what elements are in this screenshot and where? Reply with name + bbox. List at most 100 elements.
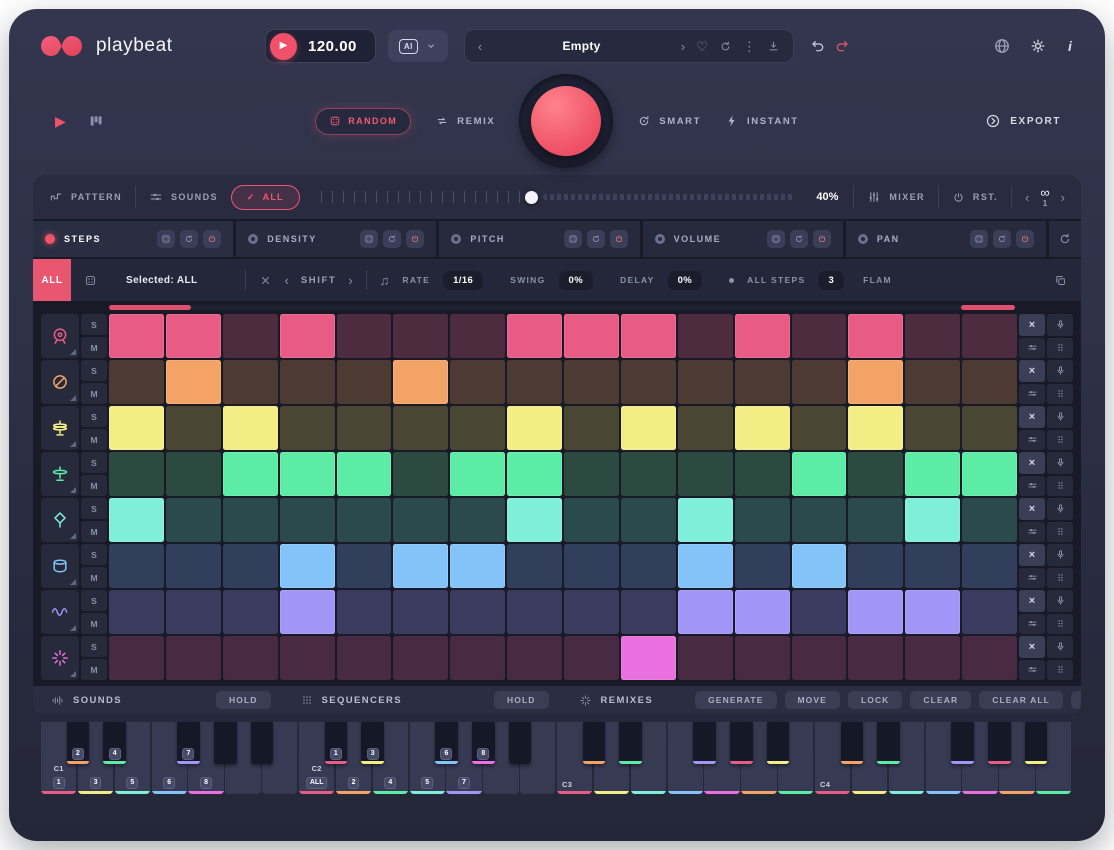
step-synth-7[interactable] xyxy=(450,590,505,634)
mute-button[interactable]: M xyxy=(81,429,107,450)
download-button[interactable] xyxy=(767,40,780,53)
drag-handle-icon[interactable] xyxy=(1047,430,1073,451)
power-button[interactable] xyxy=(203,230,221,248)
step-hihat-9[interactable] xyxy=(564,406,619,450)
clear-row-button[interactable]: × xyxy=(1019,452,1045,474)
step-shaker-13[interactable] xyxy=(792,498,847,542)
drum-icon[interactable] xyxy=(41,314,79,358)
shift-right-button[interactable]: › xyxy=(348,273,352,288)
filter-sliders-icon[interactable] xyxy=(1019,660,1045,681)
clear-all-button[interactable]: CLEAR ALL xyxy=(979,691,1063,709)
step-perc-9[interactable] xyxy=(564,544,619,588)
step-perc-12[interactable] xyxy=(735,544,790,588)
step-cymbal-3[interactable] xyxy=(223,452,278,496)
solo-button[interactable]: S xyxy=(81,360,107,381)
refresh-button[interactable] xyxy=(180,230,198,248)
pager-next-button[interactable]: › xyxy=(1061,190,1065,205)
step-synth-15[interactable] xyxy=(905,590,960,634)
solo-button[interactable]: S xyxy=(81,406,107,427)
piano-key-Gs1[interactable] xyxy=(214,722,237,764)
power-button[interactable] xyxy=(813,230,831,248)
step-shaker-15[interactable] xyxy=(905,498,960,542)
randomize-button[interactable] xyxy=(767,230,785,248)
step-perc-4[interactable] xyxy=(280,544,335,588)
step-cymbal-11[interactable] xyxy=(678,452,733,496)
complexity-slider[interactable] xyxy=(321,191,796,204)
step-kick-14[interactable] xyxy=(848,314,903,358)
tab-pitch[interactable]: PITCH xyxy=(439,221,639,257)
step-kick-3[interactable] xyxy=(223,314,278,358)
reset-button[interactable]: RST. xyxy=(952,191,998,204)
step-shaker-1[interactable] xyxy=(109,498,164,542)
step-hihat-11[interactable] xyxy=(678,406,733,450)
step-perc-11[interactable] xyxy=(678,544,733,588)
step-shaker-11[interactable] xyxy=(678,498,733,542)
drag-handle-icon[interactable] xyxy=(1047,660,1073,681)
drag-handle-icon[interactable] xyxy=(1047,384,1073,405)
clear-row-button[interactable]: × xyxy=(1019,406,1045,428)
mute-button[interactable]: M xyxy=(81,659,107,680)
step-hihat-1[interactable] xyxy=(109,406,164,450)
shaker-icon[interactable] xyxy=(41,498,79,542)
drag-handle-icon[interactable] xyxy=(1047,568,1073,589)
step-cymbal-13[interactable] xyxy=(792,452,847,496)
step-fx-6[interactable] xyxy=(393,636,448,680)
piano-key-Ds2[interactable]: 3 xyxy=(361,722,384,764)
piano-key-Fs4[interactable] xyxy=(951,722,974,764)
mic-icon[interactable] xyxy=(1047,544,1073,566)
step-kick-7[interactable] xyxy=(450,314,505,358)
piano-key-Gs3[interactable] xyxy=(730,722,753,764)
step-perc-10[interactable] xyxy=(621,544,676,588)
step-kick-8[interactable] xyxy=(507,314,562,358)
step-synth-16[interactable] xyxy=(962,590,1017,634)
step-cymbal-14[interactable] xyxy=(848,452,903,496)
step-perc-7[interactable] xyxy=(450,544,505,588)
preset-next-button[interactable]: › xyxy=(681,39,685,54)
step-kick-13[interactable] xyxy=(792,314,847,358)
solo-button[interactable]: S xyxy=(81,590,107,611)
tab-volume[interactable]: VOLUME xyxy=(643,221,843,257)
step-kick-12[interactable] xyxy=(735,314,790,358)
piano-key-Cs1[interactable]: 2 xyxy=(67,722,90,764)
step-openhat-8[interactable] xyxy=(507,360,562,404)
step-perc-16[interactable] xyxy=(962,544,1017,588)
piano-key-Ds4[interactable] xyxy=(877,722,900,764)
solo-button[interactable]: S xyxy=(81,314,107,335)
step-hihat-10[interactable] xyxy=(621,406,676,450)
filter-sliders-icon[interactable] xyxy=(1019,338,1045,359)
info-icon[interactable]: i xyxy=(1065,38,1075,54)
step-openhat-14[interactable] xyxy=(848,360,903,404)
step-synth-10[interactable] xyxy=(621,590,676,634)
loop-range-start[interactable] xyxy=(109,305,191,310)
sync-all-button[interactable] xyxy=(1049,221,1081,257)
refresh-button[interactable] xyxy=(993,230,1011,248)
drag-handle-icon[interactable] xyxy=(1047,522,1073,543)
step-cymbal-4[interactable] xyxy=(280,452,335,496)
preset-prev-button[interactable]: ‹ xyxy=(478,39,482,54)
move-button[interactable]: MOVE xyxy=(785,691,840,709)
step-fx-5[interactable] xyxy=(337,636,392,680)
clear-button[interactable]: CLEAR xyxy=(910,691,971,709)
step-shaker-4[interactable] xyxy=(280,498,335,542)
step-openhat-15[interactable] xyxy=(905,360,960,404)
clear-row-button[interactable]: × xyxy=(1019,636,1045,658)
step-openhat-2[interactable] xyxy=(166,360,221,404)
step-perc-5[interactable] xyxy=(337,544,392,588)
step-fx-14[interactable] xyxy=(848,636,903,680)
piano-key-Gs4[interactable] xyxy=(988,722,1011,764)
step-openhat-10[interactable] xyxy=(621,360,676,404)
sequencers-hold-button[interactable]: HOLD xyxy=(494,691,548,709)
gear-icon[interactable] xyxy=(1029,37,1047,55)
piano-key-As3[interactable] xyxy=(767,722,790,764)
step-hihat-12[interactable] xyxy=(735,406,790,450)
step-kick-9[interactable] xyxy=(564,314,619,358)
swing-value[interactable]: 0% xyxy=(559,271,594,290)
remix-button[interactable]: REMIX xyxy=(435,114,495,128)
piano-key-As2[interactable] xyxy=(509,722,532,764)
filter-sliders-icon[interactable] xyxy=(1019,568,1045,589)
step-synth-3[interactable] xyxy=(223,590,278,634)
undo-button[interactable] xyxy=(810,38,826,54)
step-fx-12[interactable] xyxy=(735,636,790,680)
hihat-icon[interactable] xyxy=(41,406,79,450)
step-synth-11[interactable] xyxy=(678,590,733,634)
